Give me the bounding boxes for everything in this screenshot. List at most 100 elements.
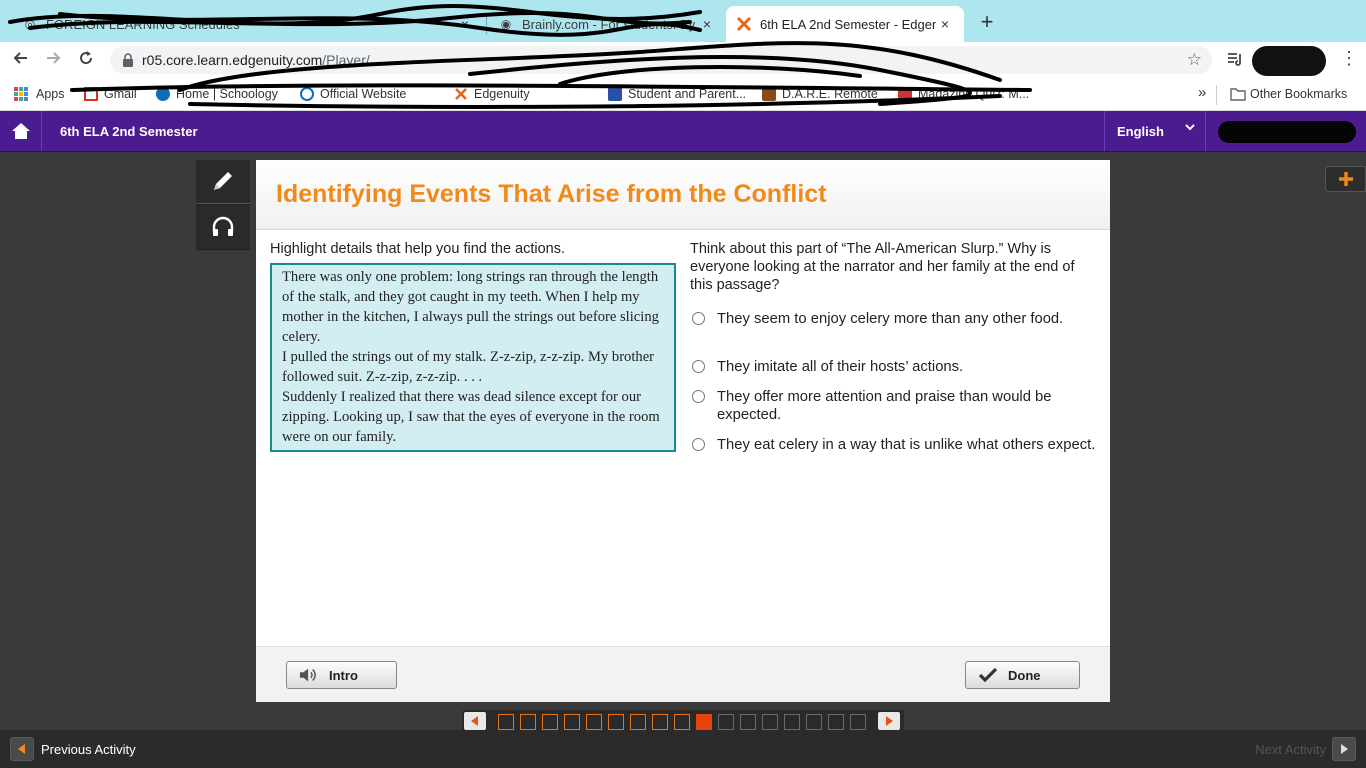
radio-button[interactable] bbox=[692, 438, 705, 451]
answer-option-b[interactable]: They imitate all of their hosts’ actions… bbox=[690, 358, 1100, 376]
bookmark-label: D.A.R.E. Remote bbox=[782, 87, 878, 101]
progress-prev-button[interactable] bbox=[464, 712, 486, 730]
progress-step[interactable] bbox=[630, 714, 646, 730]
radio-button[interactable] bbox=[692, 390, 705, 403]
schoology-icon bbox=[156, 87, 170, 101]
progress-step[interactable] bbox=[586, 714, 602, 730]
reload-icon[interactable] bbox=[75, 49, 97, 71]
next-activity-label: Next Activity bbox=[1255, 741, 1326, 757]
bookmarks-divider bbox=[1216, 85, 1217, 105]
activity-title: Identifying Events That Arise from the C… bbox=[276, 180, 827, 208]
speaker-icon bbox=[299, 667, 319, 683]
bookmarks-overflow-button[interactable]: » bbox=[1198, 84, 1206, 101]
next-activity-button[interactable]: Next Activity bbox=[1255, 737, 1356, 761]
edgenuity-icon bbox=[454, 87, 468, 101]
progress-step[interactable] bbox=[564, 714, 580, 730]
browser-toolbar: r05.core.learn.edgenuity.com/Player/ ☆ ⋮ bbox=[0, 42, 1366, 79]
bookmark-student-parent[interactable]: Student and Parent... bbox=[608, 87, 746, 101]
bookmark-star-icon[interactable]: ☆ bbox=[1187, 50, 1202, 70]
progress-step[interactable] bbox=[740, 714, 756, 730]
tab-close-icon[interactable]: × bbox=[936, 16, 954, 32]
other-bookmarks[interactable]: Other Bookmarks bbox=[1230, 87, 1347, 101]
forward-arrow-icon[interactable] bbox=[42, 49, 64, 71]
highlightable-passage[interactable]: There was only one problem: long strings… bbox=[270, 263, 676, 452]
progress-step[interactable] bbox=[652, 714, 668, 730]
bookmark-apps[interactable]: Apps bbox=[14, 87, 65, 101]
bookmark-edgenuity[interactable]: Edgenuity bbox=[454, 87, 530, 101]
edgenuity-favicon-icon bbox=[736, 16, 752, 32]
bookmark-label: Magazine Quiz: M... bbox=[918, 87, 1030, 101]
radio-button[interactable] bbox=[692, 360, 705, 373]
passage-paragraph[interactable]: I pulled the strings out of my stalk. Z-… bbox=[282, 347, 664, 387]
done-button[interactable]: Done bbox=[965, 661, 1080, 689]
progress-step[interactable] bbox=[608, 714, 624, 730]
check-icon bbox=[978, 667, 998, 683]
headphones-icon bbox=[212, 216, 234, 236]
home-icon bbox=[11, 123, 30, 139]
highlighter-tool-button[interactable] bbox=[196, 160, 250, 204]
progress-step[interactable] bbox=[718, 714, 734, 730]
language-label: English bbox=[1117, 124, 1164, 139]
progress-step[interactable] bbox=[498, 714, 514, 730]
url-text: r05.core.learn.edgenuity.com/Player/ bbox=[142, 52, 370, 68]
intro-label: Intro bbox=[329, 667, 358, 683]
tab-title: FOREIGN LEARNING Schedules bbox=[46, 16, 240, 32]
new-tab-button[interactable]: + bbox=[976, 11, 998, 34]
tab-close-icon[interactable]: × bbox=[456, 16, 474, 32]
pencil-icon bbox=[214, 171, 232, 190]
browser-menu-icon[interactable]: ⋮ bbox=[1340, 48, 1358, 69]
browser-tab-1[interactable]: ◎ FOREIGN LEARNING Schedules × bbox=[12, 6, 484, 42]
tools-panel bbox=[196, 160, 250, 250]
home-button[interactable] bbox=[0, 111, 42, 151]
bookmark-label: Other Bookmarks bbox=[1250, 87, 1348, 101]
bookmark-label: Home | Schoology bbox=[176, 87, 278, 101]
progress-step[interactable] bbox=[806, 714, 822, 730]
browser-tab-2[interactable]: ◉ Brainly.com - For students. By × bbox=[488, 6, 726, 42]
passage-paragraph[interactable]: Suddenly I realized that there was dead … bbox=[282, 387, 664, 447]
arrow-right-icon bbox=[886, 716, 893, 726]
lock-icon bbox=[120, 52, 136, 68]
tab-title: Brainly.com - For students. By bbox=[522, 16, 696, 32]
bottom-bar: Previous Activity Next Activity bbox=[0, 730, 1366, 768]
tab-close-icon[interactable]: × bbox=[698, 16, 716, 32]
browser-tabstrip: ◎ FOREIGN LEARNING Schedules × ◉ Brainly… bbox=[0, 0, 1366, 42]
answer-option-label: They eat celery in a way that is unlike … bbox=[717, 437, 1096, 453]
bookmark-official[interactable]: Official Website bbox=[300, 87, 406, 101]
tab-favicon-icon: ◉ bbox=[500, 17, 512, 31]
user-name-redacted[interactable] bbox=[1218, 121, 1356, 143]
bookmark-dare[interactable]: D.A.R.E. Remote bbox=[762, 87, 878, 101]
text-to-speech-tool-button[interactable] bbox=[196, 205, 250, 249]
profile-avatar[interactable] bbox=[1252, 46, 1326, 76]
progress-next-button[interactable] bbox=[878, 712, 900, 730]
bookmarks-bar: Apps Gmail Home | Schoology Official Web… bbox=[0, 79, 1366, 111]
progress-step[interactable] bbox=[542, 714, 558, 730]
previous-activity-button[interactable]: Previous Activity bbox=[10, 737, 136, 761]
passage-paragraph[interactable]: There was only one problem: long strings… bbox=[282, 267, 664, 347]
progress-step[interactable] bbox=[828, 714, 844, 730]
progress-step[interactable] bbox=[696, 714, 712, 730]
bookmark-schoology[interactable]: Home | Schoology bbox=[156, 87, 278, 101]
browser-tab-active[interactable]: 6th ELA 2nd Semester - Edgen × bbox=[726, 6, 964, 42]
progress-step[interactable] bbox=[520, 714, 536, 730]
answer-option-a[interactable]: They seem to enjoy celery more than any … bbox=[690, 310, 1100, 328]
bookmark-magazine-quiz[interactable]: Magazine Quiz: M... bbox=[898, 87, 1029, 101]
back-arrow-icon[interactable] bbox=[10, 49, 32, 71]
progress-step[interactable] bbox=[850, 714, 866, 730]
intro-button[interactable]: Intro bbox=[286, 661, 397, 689]
answer-option-label: They seem to enjoy celery more than any … bbox=[717, 311, 1064, 327]
expand-panel-button[interactable] bbox=[1325, 166, 1366, 192]
progress-step[interactable] bbox=[674, 714, 690, 730]
folder-icon bbox=[1230, 87, 1246, 101]
bookmark-gmail[interactable]: Gmail bbox=[84, 87, 137, 101]
radio-button[interactable] bbox=[692, 312, 705, 325]
answer-option-d[interactable]: They eat celery in a way that is unlike … bbox=[690, 436, 1100, 454]
answer-option-label: They offer more attention and praise tha… bbox=[717, 389, 1052, 423]
language-selector[interactable]: English bbox=[1104, 111, 1206, 151]
answer-option-c[interactable]: They offer more attention and praise tha… bbox=[690, 388, 1100, 424]
tab-title: 6th ELA 2nd Semester - Edgen bbox=[760, 16, 936, 32]
globe-icon bbox=[300, 87, 314, 101]
address-bar[interactable]: r05.core.learn.edgenuity.com/Player/ ☆ bbox=[110, 46, 1212, 74]
progress-step[interactable] bbox=[762, 714, 778, 730]
progress-step[interactable] bbox=[784, 714, 800, 730]
reading-list-icon[interactable] bbox=[1226, 50, 1244, 73]
